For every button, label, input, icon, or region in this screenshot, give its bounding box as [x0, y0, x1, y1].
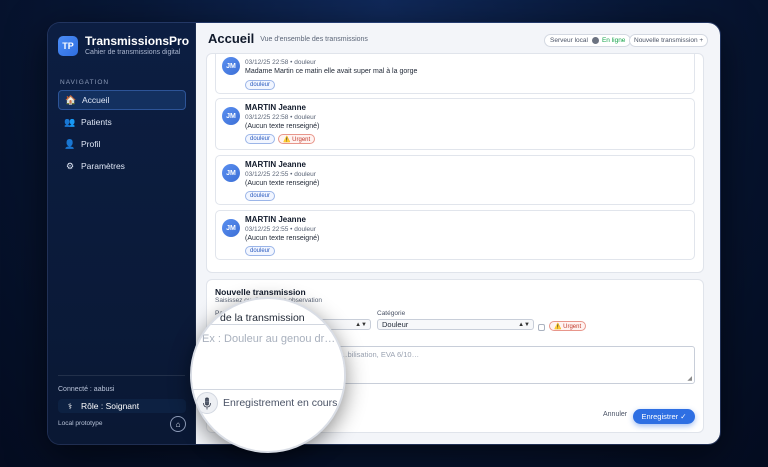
transmission-meta: 03/12/25 22:55 • douleur — [245, 171, 316, 178]
chevron-updown-icon: ▲▼ — [355, 321, 367, 328]
category-value: Douleur — [382, 320, 409, 329]
local-mode-label: Local prototype — [58, 420, 103, 427]
sidebar-item-label: Profil — [81, 139, 101, 149]
sidebar-item-accueil[interactable]: 🏠 Accueil — [58, 90, 186, 110]
sidebar: TP TransmissionsPro Cahier de transmissi… — [48, 23, 196, 444]
nav-title: NAVIGATION — [60, 79, 110, 86]
resize-handle-icon[interactable]: ◢ — [687, 375, 692, 382]
zoom-placeholder: Ex : Douleur au genou dr… — [202, 333, 336, 345]
zoom-lens: de la transmission Ex : Douleur au genou… — [190, 297, 346, 453]
category-tag: douleur — [245, 191, 276, 201]
transmission-text: (Aucun texte renseigné) — [245, 235, 320, 242]
sidebar-item-label: Patients — [81, 117, 112, 127]
urgent-badge: ⚠️ Urgent — [278, 134, 316, 144]
category-tag: douleur — [245, 246, 276, 256]
microphone-button[interactable] — [196, 392, 218, 414]
cancel-button[interactable]: Annuler — [603, 411, 627, 418]
sidebar-item-profil[interactable]: 👤 Profil — [58, 134, 186, 154]
users-icon: 👥 — [64, 116, 76, 127]
transmission-text: (Aucun texte renseigné) — [245, 180, 320, 187]
patient-name: MARTIN Jeanne — [245, 103, 306, 112]
transmission-card[interactable]: JM MARTIN Jeanne 03/12/25 22:55 • douleu… — [215, 210, 695, 260]
page-title: Accueil — [208, 30, 255, 46]
sidebar-nav: 🏠 Accueil 👥 Patients 👤 Profil ⚙ Paramètr… — [58, 90, 186, 178]
avatar: JM — [222, 164, 240, 182]
zoom-field-label: de la transmission — [220, 312, 305, 324]
transmission-card[interactable]: JM MARTIN Jeanne 03/12/25 22:55 • douleu… — [215, 155, 695, 205]
app-subtitle: Cahier de transmissions digital — [85, 49, 181, 56]
gear-icon: ⚙ — [65, 160, 75, 171]
save-button[interactable]: Enregistrer ✓ — [633, 409, 695, 424]
avatar: JM — [222, 57, 240, 75]
category-tag: douleur — [245, 134, 276, 144]
avatar: JM — [222, 219, 240, 237]
transmission-meta: 03/12/25 22:58 • douleur — [245, 59, 316, 66]
form-title: Nouvelle transmission — [215, 287, 306, 297]
tag-list: douleur — [245, 246, 276, 256]
app-window: TP TransmissionsPro Cahier de transmissi… — [48, 23, 720, 444]
sidebar-item-label: Paramètres — [81, 161, 125, 171]
recording-status: Enregistrement en cours… — [223, 397, 346, 409]
brand: TP TransmissionsPro Cahier de transmissi… — [58, 35, 189, 57]
category-label: Catégorie — [377, 310, 406, 317]
category-tag: douleur — [245, 80, 276, 90]
server-label: Serveur local — [550, 37, 588, 44]
role-badge: ⚕ Rôle : Soignant — [58, 399, 186, 413]
microphone-icon — [203, 397, 211, 409]
transmission-text: (Aucun texte renseigné) — [245, 123, 320, 130]
tag-list: douleur — [245, 80, 276, 90]
connected-user: Connecté : aabusi — [58, 386, 115, 393]
role-label: Rôle : Soignant — [81, 401, 140, 411]
app-logo: TP — [58, 36, 78, 56]
transmission-card[interactable]: JM MARTIN Jeanne 03/12/25 22:58 • douleu… — [215, 98, 695, 150]
sidebar-item-patients[interactable]: 👥 Patients — [58, 112, 186, 132]
textarea-placeholder: …bilisation, EVA 6/10… — [340, 350, 420, 359]
transmission-list[interactable]: JM 03/12/25 22:58 • douleur Madame Marti… — [206, 53, 704, 273]
page-subtitle: Vue d'ensemble des transmissions — [260, 36, 368, 43]
chevron-updown-icon: ▲▼ — [518, 321, 530, 328]
stethoscope-icon: ⚕ — [67, 401, 73, 411]
transmission-text: Madame Martin ce matin elle avait super … — [245, 68, 418, 75]
server-status: En ligne — [601, 37, 626, 44]
sidebar-item-label: Accueil — [82, 95, 110, 105]
patient-name: MARTIN Jeanne — [245, 160, 306, 169]
category-select[interactable]: Douleur ▲▼ — [377, 319, 534, 330]
urgent-toggle-label[interactable]: ⚠️ Urgent — [549, 321, 587, 331]
transmission-card[interactable]: JM 03/12/25 22:58 • douleur Madame Marti… — [215, 54, 695, 94]
tag-list: douleur — [245, 191, 276, 201]
server-status-badge: Serveur local En ligne — [544, 34, 632, 47]
app-name: TransmissionsPro — [85, 34, 190, 48]
status-dot-icon — [591, 37, 599, 44]
patient-name: MARTIN Jeanne — [245, 215, 306, 224]
sidebar-divider — [58, 375, 185, 376]
transmission-meta: 03/12/25 22:55 • douleur — [245, 226, 316, 233]
home-icon: 🏠 — [65, 94, 77, 105]
transmission-meta: 03/12/25 22:58 • douleur — [245, 114, 316, 121]
avatar: JM — [222, 107, 240, 125]
sidebar-item-parametres[interactable]: ⚙ Paramètres — [58, 156, 186, 176]
home-icon: ⌂ — [175, 419, 181, 429]
tag-list: douleur ⚠️ Urgent — [245, 134, 316, 144]
new-transmission-button[interactable]: Nouvelle transmission + — [629, 34, 709, 47]
urgent-checkbox[interactable] — [538, 324, 545, 331]
user-icon: 👤 — [64, 138, 76, 149]
home-button[interactable]: ⌂ — [170, 416, 186, 432]
